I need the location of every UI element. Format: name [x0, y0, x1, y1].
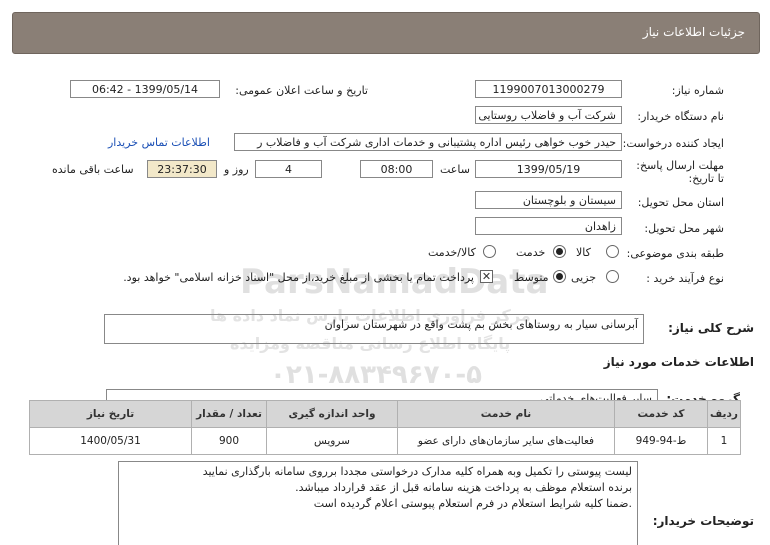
buyer-notes-field[interactable]: لیست پیوستی را تکمیل وبه همراه کلیه مدار…	[118, 461, 638, 545]
category-service-label: خدمت	[516, 246, 546, 259]
deadline-time-field[interactable]: 08:00	[360, 160, 433, 178]
buyer-notes-line-3: .ضمنا کلیه شرایط استعلام در فرم استعلام …	[313, 497, 632, 510]
category-goods-radio[interactable]	[606, 245, 619, 258]
process-minor-radio[interactable]	[606, 270, 619, 283]
treasury-payment-checkbox[interactable]: ✕	[480, 270, 493, 283]
province-label: استان محل تحویل:	[637, 196, 724, 209]
cell-name: فعالیت‌های سایر سازمان‌های دارای عضو	[397, 427, 615, 455]
deadline-date-field[interactable]: 1399/05/19	[475, 160, 622, 178]
category-both-label: کالا/خدمت	[428, 246, 476, 259]
services-table: ردیف کد خدمت نام خدمت واحد اندازه گیری ت…	[29, 400, 741, 455]
cell-code: ط-94-949	[614, 427, 708, 455]
category-goods-label: کالا	[576, 246, 591, 259]
description-field[interactable]: آبرسانی سیار به روستاهای بخش بم پشت واقع…	[104, 314, 644, 344]
time-label: ساعت	[440, 163, 470, 176]
watermark-line-4: ۰۲۱-۸۸۳۴۹۶۷۰-۵	[270, 360, 483, 390]
services-section-title: اطلاعات خدمات مورد نیاز	[603, 355, 754, 369]
days-label: روز و	[224, 163, 249, 176]
days-field[interactable]: 4	[255, 160, 322, 178]
process-medium-radio[interactable]	[553, 270, 566, 283]
buyer-label: نام دستگاه خریدار:	[637, 110, 724, 123]
col-name-header: نام خدمت	[397, 400, 615, 428]
city-label: شهر محل تحویل:	[644, 222, 724, 235]
creator-field[interactable]: حیدر خوب خواهی رئیس اداره پشتیبانی و خدم…	[234, 133, 622, 151]
category-service-radio[interactable]	[553, 245, 566, 258]
remaining-time-field: 23:37:30	[147, 160, 217, 178]
cell-row: 1	[707, 427, 741, 455]
table-header-row: ردیف کد خدمت نام خدمت واحد اندازه گیری ت…	[29, 400, 741, 428]
col-qty-header: تعداد / مقدار	[191, 400, 267, 428]
cell-qty: 900	[191, 427, 267, 455]
buyer-notes-label: توضیحات خریدار:	[652, 514, 754, 528]
deadline-label: مهلت ارسال پاسخ: تا تاریخ:	[636, 159, 724, 185]
col-date-header: تاریخ نیاز	[29, 400, 192, 428]
col-code-header: کد خدمت	[614, 400, 708, 428]
announce-label: تاریخ و ساعت اعلان عمومی:	[235, 84, 368, 97]
process-minor-label: جزیی	[571, 271, 597, 284]
need-number-field[interactable]: 1199007013000279	[475, 80, 622, 98]
page-title: جزئیات اطلاعات نیاز	[642, 25, 745, 39]
cell-unit: سرویس	[266, 427, 398, 455]
buyer-field[interactable]: شرکت آب و فاضلاب روستایی	[475, 106, 622, 124]
remaining-label: ساعت باقی مانده	[52, 163, 134, 176]
process-medium-label: متوسط	[514, 271, 549, 284]
buyer-notes-line-2: برنده استعلام موظف به پرداخت هزینه سامان…	[295, 481, 632, 494]
process-label: نوع فرآیند خرید :	[646, 272, 724, 285]
need-number-label: شماره نیاز:	[671, 84, 724, 97]
announce-field[interactable]: 1399/05/14 - 06:42	[70, 80, 220, 98]
col-unit-header: واحد اندازه گیری	[266, 400, 398, 428]
contact-buyer-link[interactable]: اطلاعات تماس خریدار	[108, 136, 210, 149]
category-both-radio[interactable]	[483, 245, 496, 258]
table-row[interactable]: 1 ط-94-949 فعالیت‌های سایر سازمان‌های دا…	[29, 427, 741, 455]
cell-date: 1400/05/31	[29, 427, 192, 455]
creator-label: ایجاد کننده درخواست:	[622, 137, 724, 150]
city-field[interactable]: زاهدان	[475, 217, 622, 235]
description-text: آبرسانی سیار به روستاهای بخش بم پشت واقع…	[324, 318, 638, 331]
buyer-notes-line-1: لیست پیوستی را تکمیل وبه همراه کلیه مدار…	[202, 465, 632, 478]
treasury-payment-note: پرداخت تمام یا بخشی از مبلغ خرید،از محل …	[123, 271, 474, 284]
description-label: شرح کلی نیاز:	[668, 321, 754, 335]
category-label: طبقه بندی موضوعی:	[626, 247, 724, 260]
page-header: جزئیات اطلاعات نیاز	[12, 12, 760, 54]
col-row-header: ردیف	[707, 400, 741, 428]
province-field[interactable]: سیستان و بلوچستان	[475, 191, 622, 209]
